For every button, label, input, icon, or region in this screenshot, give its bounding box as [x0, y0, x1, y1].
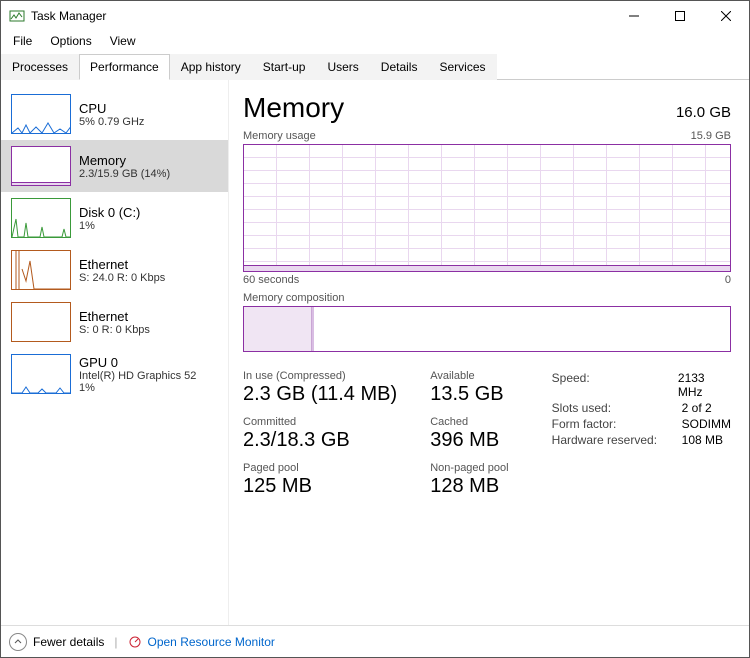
disk-sub: 1% [79, 220, 140, 232]
gpu-name: GPU 0 [79, 355, 196, 370]
task-manager-window: Task Manager File Options View Processes… [0, 0, 750, 658]
sidebar-item-ethernet-0[interactable]: Ethernet S: 24.0 R: 0 Kbps [1, 244, 228, 296]
menu-view[interactable]: View [102, 32, 144, 50]
usage-chart-label: Memory usage [243, 130, 316, 142]
sidebar-item-cpu[interactable]: CPU 5% 0.79 GHz [1, 88, 228, 140]
memory-thumb [11, 146, 71, 186]
form-key: Form factor: [552, 417, 682, 431]
slots-key: Slots used: [552, 401, 682, 415]
menu-file[interactable]: File [5, 32, 40, 50]
chevron-up-icon[interactable] [9, 633, 27, 651]
axis-right: 0 [725, 274, 731, 286]
reserved-value: 108 MB [682, 433, 723, 447]
memory-total: 16.0 GB [676, 104, 731, 121]
maximize-button[interactable] [657, 1, 703, 31]
tab-app-history[interactable]: App history [170, 54, 252, 80]
tab-startup[interactable]: Start-up [252, 54, 317, 80]
stats-grid: In use (Compressed) 2.3 GB (11.4 MB) Com… [243, 370, 731, 508]
paged-value: 125 MB [243, 475, 412, 498]
speed-key: Speed: [552, 371, 678, 399]
minimize-button[interactable] [611, 1, 657, 31]
composition-label: Memory composition [243, 292, 731, 304]
eth1-thumb [11, 302, 71, 342]
titlebar: Task Manager [1, 1, 749, 31]
cached-value: 396 MB [430, 429, 533, 452]
tab-processes[interactable]: Processes [1, 54, 79, 80]
menu-options[interactable]: Options [42, 32, 99, 50]
memory-composition-chart[interactable] [243, 306, 731, 352]
resource-monitor-icon [128, 635, 142, 649]
gpu-sub1: Intel(R) HD Graphics 52 [79, 370, 196, 382]
axis-left: 60 seconds [243, 274, 299, 286]
committed-value: 2.3/18.3 GB [243, 429, 412, 452]
in-use-value: 2.3 GB (11.4 MB) [243, 383, 412, 406]
nonpaged-value: 128 MB [430, 475, 533, 498]
memory-sub: 2.3/15.9 GB (14%) [79, 168, 170, 180]
eth1-name: Ethernet [79, 309, 150, 324]
eth0-name: Ethernet [79, 257, 165, 272]
tab-services[interactable]: Services [428, 54, 496, 80]
available-label: Available [430, 370, 533, 382]
sidebar-item-disk[interactable]: Disk 0 (C:) 1% [1, 192, 228, 244]
menubar: File Options View [1, 31, 749, 51]
slots-value: 2 of 2 [682, 401, 712, 415]
open-resource-monitor-link[interactable]: Open Resource Monitor [148, 635, 275, 649]
eth0-thumb [11, 250, 71, 290]
tab-performance[interactable]: Performance [79, 54, 170, 80]
sidebar-item-gpu[interactable]: GPU 0 Intel(R) HD Graphics 52 1% [1, 348, 228, 400]
paged-label: Paged pool [243, 462, 412, 474]
disk-thumb [11, 198, 71, 238]
speed-value: 2133 MHz [678, 371, 731, 399]
usage-chart-max: 15.9 GB [691, 130, 731, 142]
cpu-name: CPU [79, 101, 144, 116]
close-button[interactable] [703, 1, 749, 31]
memory-name: Memory [79, 153, 170, 168]
footer: Fewer details | Open Resource Monitor [1, 625, 749, 657]
tab-strip: Processes Performance App history Start-… [1, 53, 749, 80]
page-title: Memory [243, 92, 344, 124]
form-value: SODIMM [682, 417, 731, 431]
sidebar-item-ethernet-1[interactable]: Ethernet S: 0 R: 0 Kbps [1, 296, 228, 348]
eth1-sub: S: 0 R: 0 Kbps [79, 324, 150, 336]
app-icon [9, 8, 25, 24]
window-title: Task Manager [31, 9, 106, 23]
footer-separator: | [114, 635, 117, 649]
available-value: 13.5 GB [430, 383, 533, 406]
cached-label: Cached [430, 416, 533, 428]
sidebar: CPU 5% 0.79 GHz Memory 2.3/15.9 GB (14%) [1, 80, 229, 625]
in-use-label: In use (Compressed) [243, 370, 412, 382]
content-area: CPU 5% 0.79 GHz Memory 2.3/15.9 GB (14%) [1, 80, 749, 625]
nonpaged-label: Non-paged pool [430, 462, 533, 474]
sidebar-item-memory[interactable]: Memory 2.3/15.9 GB (14%) [1, 140, 228, 192]
tab-users[interactable]: Users [316, 54, 369, 80]
gpu-thumb [11, 354, 71, 394]
disk-name: Disk 0 (C:) [79, 205, 140, 220]
committed-label: Committed [243, 416, 412, 428]
eth0-sub: S: 24.0 R: 0 Kbps [79, 272, 165, 284]
memory-usage-chart[interactable] [243, 144, 731, 272]
fewer-details-link[interactable]: Fewer details [33, 635, 104, 649]
reserved-key: Hardware reserved: [552, 433, 682, 447]
cpu-sub: 5% 0.79 GHz [79, 116, 144, 128]
cpu-thumb [11, 94, 71, 134]
tab-details[interactable]: Details [370, 54, 429, 80]
gpu-sub2: 1% [79, 382, 196, 394]
main-panel: Memory 16.0 GB Memory usage 15.9 GB 60 s… [229, 80, 749, 625]
